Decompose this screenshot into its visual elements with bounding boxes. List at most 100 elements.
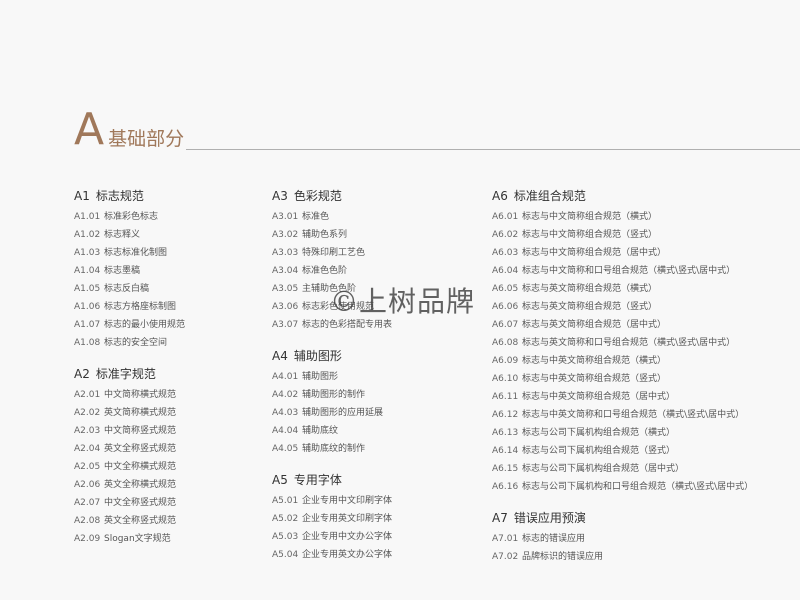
item-code: A6.16	[492, 482, 519, 492]
item-code: A6.01	[492, 212, 519, 222]
item-label: 标志与公司下属机构组合规范（竖式）	[522, 446, 676, 456]
item-label: 中文全称横式规范	[104, 462, 177, 472]
item-code: A2.06	[74, 480, 101, 490]
item-code: A1.07	[74, 320, 101, 330]
toc-item: A6.13 标志与公司下属机构组合规范（横式）	[492, 424, 753, 442]
item-code: A4.04	[272, 426, 299, 436]
toc-item: A1.01 标准彩色标志	[74, 208, 185, 226]
section-label: 色彩规范	[293, 189, 342, 203]
section-code: A3	[272, 189, 288, 203]
toc-item: A2.09 Slogan文字规范	[74, 530, 185, 548]
item-code: A3.01	[272, 212, 299, 222]
item-label: 标志标准化制图	[104, 248, 168, 258]
item-code: A4.01	[272, 372, 299, 382]
toc-item: A6.01 标志与中文简称组合规范（横式）	[492, 208, 753, 226]
section-code: A4	[272, 349, 288, 363]
toc-section-title: A1 标志规范	[74, 186, 185, 206]
section-code: A6	[492, 189, 508, 203]
item-label: 辅助图形的制作	[302, 390, 366, 400]
item-code: A6.10	[492, 374, 519, 384]
item-label: 标准色	[302, 212, 330, 222]
item-label: 辅助图形	[302, 372, 339, 382]
item-code: A2.09	[74, 534, 101, 544]
item-label: 英文全称横式规范	[104, 480, 177, 490]
item-label: 企业专用英文印刷字体	[302, 514, 393, 524]
item-code: A6.07	[492, 320, 519, 330]
toc-item: A6.02 标志与中文简称组合规范（竖式）	[492, 226, 753, 244]
item-label: 标志与中文简称组合规范（横式）	[522, 212, 658, 222]
toc-section: A6 标准组合规范 A6.01 标志与中文简称组合规范（横式） A6.02 标志与中文简称…	[492, 186, 753, 496]
toc-item: A1.05 标志反白稿	[74, 280, 185, 298]
section-code: A1	[74, 189, 90, 203]
toc-item: A3.03 特殊印刷工艺色	[272, 244, 392, 262]
item-label: 中文简称横式规范	[104, 390, 177, 400]
toc-section-title: A4 辅助图形	[272, 346, 392, 366]
toc-item: A2.06 英文全称横式规范	[74, 476, 185, 494]
item-label: 标志的最小使用规范	[104, 320, 186, 330]
toc-section-title: A2 标准字规范	[74, 364, 185, 384]
heading-title: 基础部分	[108, 128, 185, 150]
toc-item: A1.02 标志释义	[74, 226, 185, 244]
toc-item: A1.07 标志的最小使用规范	[74, 316, 185, 334]
item-label: 标志反白稿	[104, 284, 150, 294]
item-code: A2.02	[74, 408, 101, 418]
heading-letter: A	[74, 104, 105, 155]
section-code: A2	[74, 367, 90, 381]
toc-item: A2.07 中文全称竖式规范	[74, 494, 185, 512]
toc-item: A4.05 辅助底纹的制作	[272, 440, 392, 458]
toc-item: A6.14 标志与公司下属机构组合规范（竖式）	[492, 442, 753, 460]
toc-item: A6.04 标志与中文简称和口号组合规范（横式\竖式\居中式）	[492, 262, 753, 280]
item-code: A6.15	[492, 464, 519, 474]
toc-column-2: A3 色彩规范 A3.01 标准色 A3.02 辅助色系列 A3.03 特殊印刷工艺色 A3.0…	[272, 186, 392, 576]
item-label: Slogan文字规范	[104, 534, 171, 544]
item-code: A1.05	[74, 284, 101, 294]
toc-item: A4.01 辅助图形	[272, 368, 392, 386]
item-label: 标准色色阶	[302, 266, 348, 276]
item-code: A7.01	[492, 534, 519, 544]
item-code: A6.03	[492, 248, 519, 258]
item-code: A1.01	[74, 212, 101, 222]
section-code: A5	[272, 473, 288, 487]
item-code: A3.05	[272, 284, 299, 294]
item-code: A2.08	[74, 516, 101, 526]
item-label: 辅助底纹	[302, 426, 339, 436]
toc-item: A6.07 标志与英文简称组合规范（居中式）	[492, 316, 753, 334]
item-label: 企业专用英文办公字体	[302, 550, 393, 560]
section-label: 标准组合规范	[513, 189, 586, 203]
item-label: 标志与中文简称组合规范（竖式）	[522, 230, 658, 240]
section-label: 专用字体	[293, 473, 342, 487]
item-code: A5.01	[272, 496, 299, 506]
toc-item: A7.02 品牌标识的错误应用	[492, 548, 753, 566]
section-code: A7	[492, 511, 508, 525]
item-code: A2.07	[74, 498, 101, 508]
toc-item: A2.03 中文简称竖式规范	[74, 422, 185, 440]
toc-item: A6.12 标志与中英文简称和口号组合规范（横式\竖式\居中式）	[492, 406, 753, 424]
toc-item: A6.10 标志与中英文简称组合规范（竖式）	[492, 370, 753, 388]
item-code: A5.04	[272, 550, 299, 560]
item-code: A3.07	[272, 320, 299, 330]
item-label: 标志与公司下属机构和口号组合规范（横式\竖式\居中式）	[522, 482, 754, 492]
toc-item: A1.08 标志的安全空间	[74, 334, 185, 352]
toc-section: A2 标准字规范 A2.01 中文简称横式规范 A2.02 英文简称横式规范 A2.03 中文…	[74, 364, 185, 548]
item-code: A6.05	[492, 284, 519, 294]
toc-section-title: A3 色彩规范	[272, 186, 392, 206]
item-label: 标志与中文简称和口号组合规范（横式\竖式\居中式）	[522, 266, 736, 276]
toc-item: A6.06 标志与英文简称组合规范（竖式）	[492, 298, 753, 316]
item-code: A7.02	[492, 552, 519, 562]
item-code: A6.12	[492, 410, 519, 420]
toc-item: A4.02 辅助图形的制作	[272, 386, 392, 404]
item-label: 辅助图形的应用延展	[302, 408, 384, 418]
toc-column-1: A1 标志规范 A1.01 标准彩色标志 A1.02 标志释义 A1.03 标志标准化制图 A1…	[74, 186, 185, 560]
item-code: A3.02	[272, 230, 299, 240]
item-code: A4.02	[272, 390, 299, 400]
toc-item: A4.03 辅助图形的应用延展	[272, 404, 392, 422]
toc-item: A3.01 标准色	[272, 208, 392, 226]
item-code: A5.03	[272, 532, 299, 542]
section-label: 辅助图形	[293, 349, 342, 363]
item-label: 标志的错误应用	[522, 534, 586, 544]
item-code: A4.05	[272, 444, 299, 454]
watermark: ©上树品牌	[330, 285, 476, 318]
toc-item: A6.15 标志与公司下属机构组合规范（居中式）	[492, 460, 753, 478]
item-label: 标志墨稿	[104, 266, 141, 276]
toc-item: A5.01 企业专用中文印刷字体	[272, 492, 392, 510]
